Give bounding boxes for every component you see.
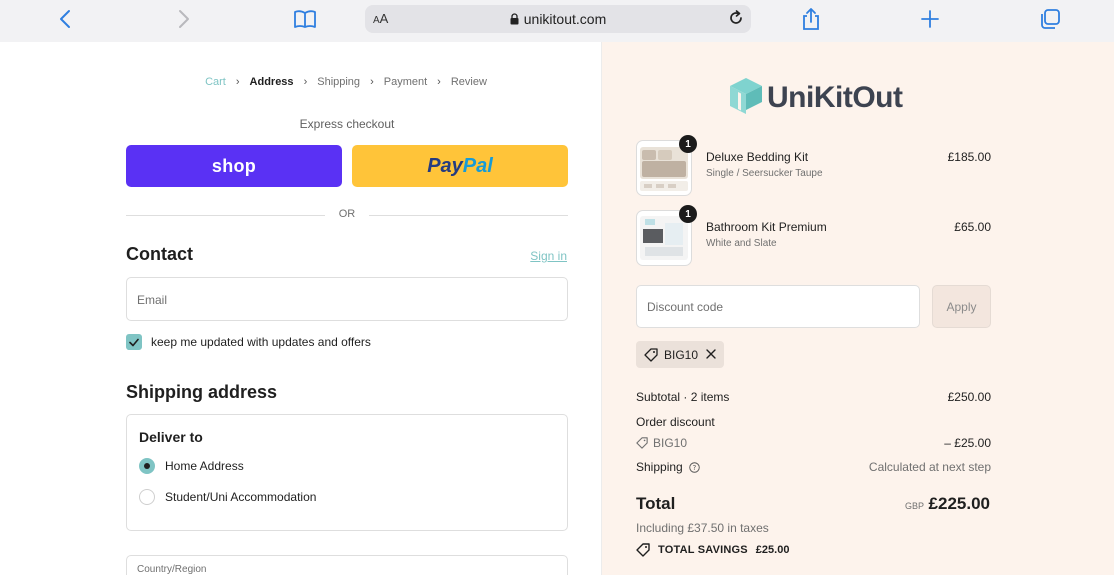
back-icon[interactable] [50,6,80,32]
total-savings: TOTAL SAVINGS £25.00 [636,543,789,557]
country-region-select[interactable]: Country/Region [126,555,568,575]
url-text: unikitout.com [523,11,607,27]
paypal-logo-part1: Pay [427,154,463,177]
savings-value: £25.00 [755,544,790,556]
share-icon[interactable] [796,6,826,32]
chevron-right-icon: › [437,76,441,88]
breadcrumb-cart[interactable]: Cart [205,76,226,88]
item-name: Deluxe Bedding Kit [706,150,809,164]
taxes-note: Including £37.50 in taxes [636,521,769,535]
lock-icon [510,12,519,28]
shop-pay-button[interactable]: shop [126,145,342,187]
forward-icon[interactable] [169,6,199,32]
discount-value: – £25.00 [944,436,991,450]
student-accommodation-radio[interactable] [139,489,155,505]
checkmark-icon [129,338,139,346]
breadcrumb-shipping: Shipping [317,76,361,88]
currency-code: GBP [904,501,924,511]
delivery-option-student[interactable]: Student/Uni Accommodation [139,489,316,505]
savings-label: TOTAL SAVINGS [658,544,748,556]
discount-code-placeholder: Discount code [647,300,724,314]
svg-text:?: ? [692,463,696,471]
cart-item: 1 Bathroom Kit Premium White and Slate £… [636,205,991,266]
paypal-logo-part2: Pal [462,154,493,177]
item-price: £65.00 [954,220,991,234]
quantity-badge: 1 [679,135,697,153]
chevron-right-icon: › [370,76,374,88]
delivery-option-home[interactable]: Home Address [139,458,244,474]
newsletter-label: keep me updated with updates and offers [151,335,371,349]
checkout-form: Cart › Address › Shipping › Payment › Review Exp… [0,42,601,575]
remove-discount-icon[interactable] [706,346,716,364]
contact-heading: Contact [126,244,193,264]
item-variant: Single / Seersucker Taupe [706,168,823,179]
student-accommodation-label: Student/Uni Accommodation [165,490,317,504]
quantity-badge: 1 [679,205,697,223]
total-value: £225.00 [928,494,990,513]
apply-button[interactable]: Apply [932,285,991,328]
new-tab-icon[interactable] [915,6,945,32]
breadcrumb-payment: Payment [383,76,428,88]
or-label: OR [338,208,356,220]
item-price: £185.00 [947,150,991,164]
email-field[interactable]: Email [126,277,568,321]
chevron-right-icon: › [303,76,308,88]
tag-icon [636,543,650,557]
shipping-address-heading: Shipping address [126,382,278,402]
sign-in-link[interactable]: Sign in [530,249,567,263]
item-name: Bathroom Kit Premium [706,220,827,234]
tabs-overview-icon[interactable] [1035,6,1065,32]
home-address-radio[interactable] [139,458,155,474]
shipping-label: Shipping [636,460,683,474]
discount-code-input[interactable]: Discount code [636,285,920,328]
bookmarks-icon[interactable] [290,6,320,32]
express-checkout-title: Express checkout [299,117,395,131]
breadcrumb-address: Address [249,76,294,88]
subtotal-value: £250.00 [947,390,991,404]
newsletter-checkbox[interactable] [126,334,142,350]
bathroom-kit-thumbnail: 1 [636,205,697,266]
or-divider: OR [126,208,568,222]
country-region-label: Country/Region [137,564,207,575]
cart-item: 1 Deluxe Bedding Kit Single / Seersucker… [636,135,991,196]
address-bar[interactable]: AA unikitout.com [365,5,751,33]
home-address-label: Home Address [165,459,244,473]
chevron-right-icon: › [235,76,240,88]
breadcrumb: Cart › Address › Shipping › Payment › Review [0,76,692,88]
bedding-kit-thumbnail: 1 [636,135,697,196]
order-summary: UniKitOut 1 Deluxe Bedding Kit Single / … [601,42,1114,575]
reload-icon[interactable] [727,9,745,32]
brand-name: UniKitOut [767,81,903,114]
applied-discount-tag: BIG10 [636,341,725,368]
breadcrumb-review: Review [450,76,487,88]
item-variant: White and Slate [706,238,777,249]
shipping-value: Calculated at next step [868,460,991,474]
subtotal-label: Subtotal · 2 items [636,390,730,404]
deliver-to-title: Deliver to [139,429,203,445]
newsletter-option[interactable]: keep me updated with updates and offers [126,333,371,351]
discount-code-label: BIG10 [653,436,688,450]
url-display: unikitout.com [365,11,751,28]
deliver-to-box: Deliver to Home Address Student/Uni Acco… [126,414,568,531]
browser-toolbar: AA unikitout.com [0,0,1114,42]
unikitout-logo[interactable]: UniKitOut [727,74,903,122]
email-placeholder: Email [137,293,168,307]
order-discount-label: Order discount [636,415,715,429]
help-icon: ? [688,461,700,473]
tag-icon [644,347,658,362]
tag-icon [636,437,648,449]
applied-code: BIG10 [664,347,699,362]
cube-logo-icon [730,78,762,114]
total-label: Total [636,494,676,513]
paypal-button[interactable]: Pay Pal [352,145,568,187]
